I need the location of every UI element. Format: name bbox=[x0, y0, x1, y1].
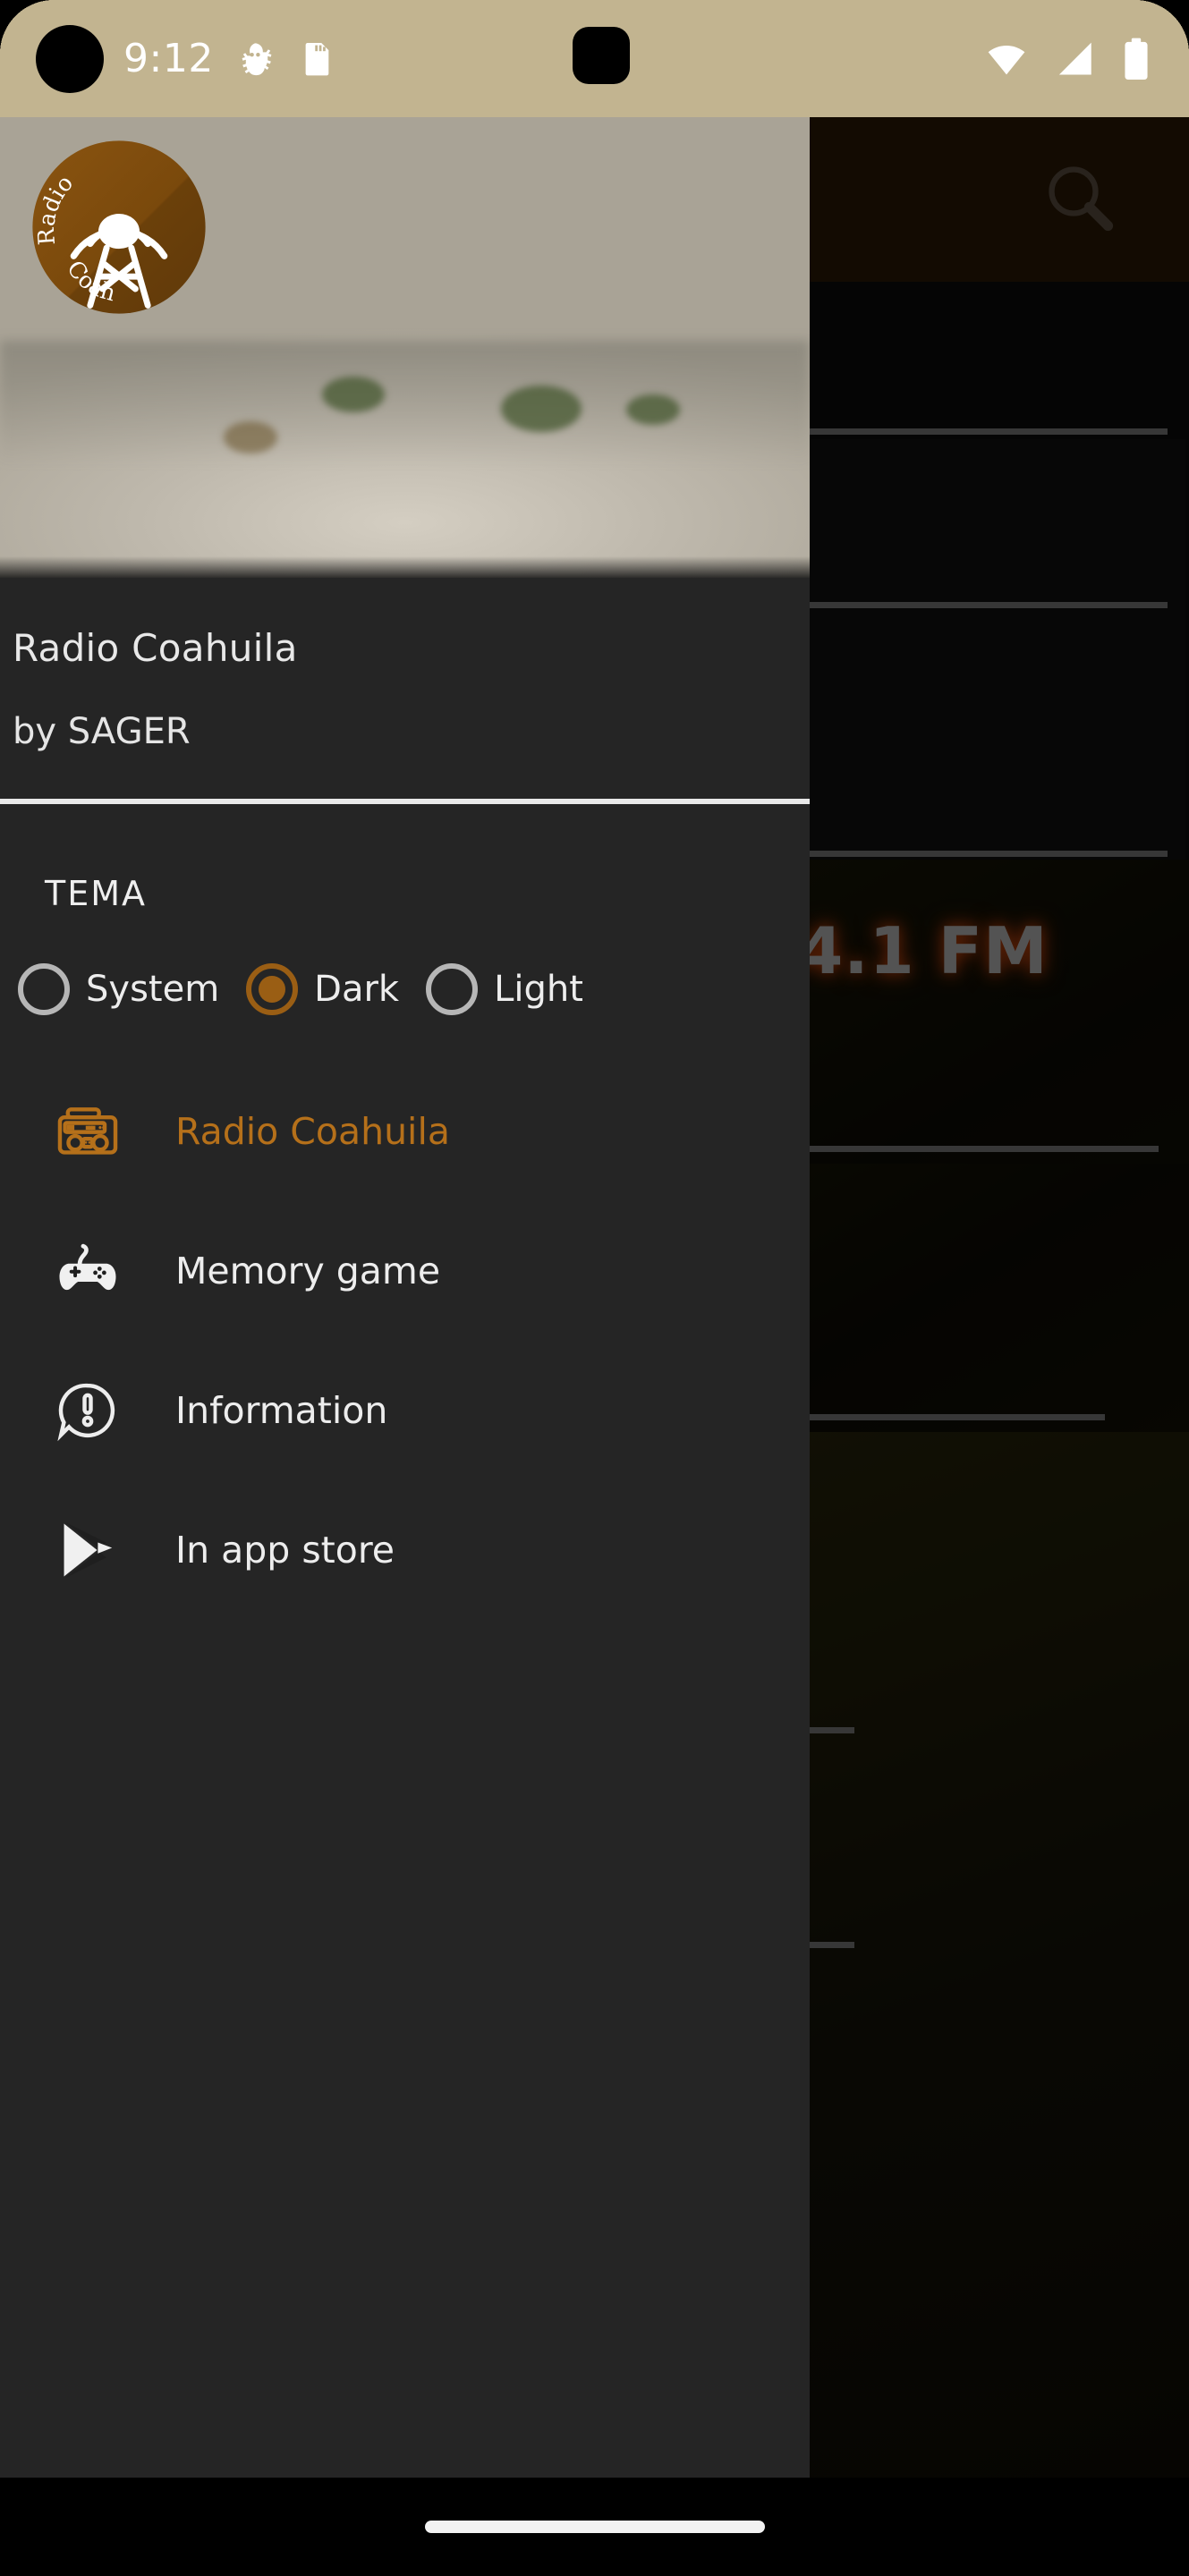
wifi-icon bbox=[988, 45, 1025, 74]
theme-option-label: System bbox=[86, 969, 220, 1010]
sidebar-item-radio-coahuila[interactable]: Radio Coahuila bbox=[0, 1062, 810, 1201]
theme-option-dark[interactable]: Dark bbox=[246, 963, 399, 1015]
bug-icon bbox=[242, 42, 272, 75]
sidebar-item-label: In app store bbox=[175, 1529, 395, 1572]
drawer-nav-list: Radio Coahuila Memory game Information I… bbox=[0, 1062, 810, 1620]
status-bar-left: 9:12 bbox=[36, 24, 335, 93]
sidebar-item-information[interactable]: Information bbox=[0, 1341, 810, 1480]
gamepad-icon bbox=[54, 1237, 122, 1305]
theme-section-label: TEMA bbox=[45, 874, 148, 913]
radio-button-system[interactable] bbox=[18, 963, 70, 1015]
navigation-drawer: Radio Coah Radio Coahuila by SAGER TEMA bbox=[0, 117, 810, 2523]
info-speech-bubble-icon bbox=[54, 1377, 122, 1445]
google-play-icon bbox=[54, 1516, 122, 1584]
header-bottom-shade bbox=[0, 556, 810, 578]
dune-ridge bbox=[0, 341, 810, 466]
theme-radio-group: System Dark Light bbox=[18, 963, 810, 1015]
cellular-signal-icon bbox=[1058, 42, 1091, 74]
sidebar-item-label: Radio Coahuila bbox=[175, 1110, 450, 1153]
screen-corner bbox=[1135, 0, 1189, 54]
center-notch bbox=[573, 27, 630, 84]
screen-corner bbox=[0, 0, 54, 54]
desert-shrub bbox=[501, 386, 582, 432]
theme-option-label: Dark bbox=[314, 969, 400, 1010]
radio-boombox-icon bbox=[54, 1097, 122, 1165]
desert-shrub bbox=[626, 394, 680, 425]
system-navigation-bar bbox=[0, 2478, 1189, 2576]
sidebar-item-label: Information bbox=[175, 1389, 388, 1432]
status-bar: 9:12 bbox=[0, 0, 1189, 117]
sidebar-item-memory-game[interactable]: Memory game bbox=[0, 1201, 810, 1341]
sidebar-item-in-app-store[interactable]: In app store bbox=[0, 1480, 810, 1620]
theme-option-label: Light bbox=[494, 969, 583, 1010]
home-gesture-pill[interactable] bbox=[424, 2521, 765, 2533]
drawer-header: Radio Coah bbox=[0, 117, 810, 578]
sd-card-icon bbox=[305, 42, 329, 75]
theme-option-system[interactable]: System bbox=[18, 963, 219, 1015]
drawer-title: Radio Coahuila bbox=[13, 626, 298, 670]
sidebar-item-label: Memory game bbox=[175, 1250, 441, 1292]
radio-button-dark[interactable] bbox=[246, 963, 299, 1015]
desert-shrub bbox=[322, 377, 385, 412]
desert-shrub bbox=[224, 421, 277, 453]
drawer-identity: Radio Coahuila by SAGER bbox=[0, 578, 810, 752]
drawer-subtitle: by SAGER bbox=[13, 711, 191, 752]
radio-coahuila-logo: Radio Coah bbox=[32, 140, 206, 314]
theme-option-light[interactable]: Light bbox=[426, 963, 583, 1015]
drawer-divider bbox=[0, 799, 810, 804]
radio-button-light[interactable] bbox=[426, 963, 479, 1015]
status-bar-right bbox=[983, 36, 1151, 82]
status-bar-clock: 9:12 bbox=[123, 36, 214, 81]
